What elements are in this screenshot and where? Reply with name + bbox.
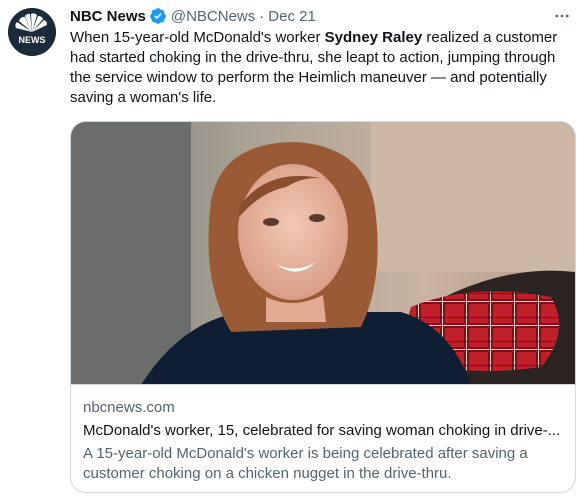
author-handle[interactable]: @NBCNews bbox=[171, 8, 255, 25]
card-image[interactable] bbox=[71, 122, 575, 385]
tweet[interactable]: NEWS NBC News @NBCNews · Dec 21 When 15-… bbox=[0, 0, 586, 501]
tweet-text-bold-name: Sydney Raley bbox=[324, 29, 423, 46]
card-description: A 15-year-old McDonald's worker is being… bbox=[83, 445, 528, 482]
avatar[interactable]: NEWS bbox=[8, 8, 56, 56]
separator-dot: · bbox=[259, 7, 265, 25]
nbc-peacock-icon: NEWS bbox=[8, 8, 56, 56]
card-photo bbox=[71, 122, 575, 384]
more-options-icon[interactable] bbox=[550, 6, 574, 26]
tweet-header: NBC News @NBCNews · Dec 21 bbox=[70, 6, 316, 26]
tweet-text: When 15-year-old McDonald's worker Sydne… bbox=[70, 28, 576, 108]
card-title[interactable]: McDonald's worker, 15, celebrated for sa… bbox=[83, 421, 567, 441]
tweet-text-part1: When 15-year-old McDonald's worker bbox=[70, 29, 325, 46]
card-info: nbcnews.com McDonald's worker, 15, celeb… bbox=[83, 398, 567, 484]
card-domain: nbcnews.com bbox=[83, 399, 175, 416]
tweet-date[interactable]: Dec 21 bbox=[268, 8, 316, 25]
avatar-label: NEWS bbox=[19, 35, 46, 45]
verified-badge-icon bbox=[149, 7, 167, 25]
author-name[interactable]: NBC News bbox=[70, 8, 146, 25]
link-card[interactable]: nbcnews.com McDonald's worker, 15, celeb… bbox=[70, 121, 576, 493]
